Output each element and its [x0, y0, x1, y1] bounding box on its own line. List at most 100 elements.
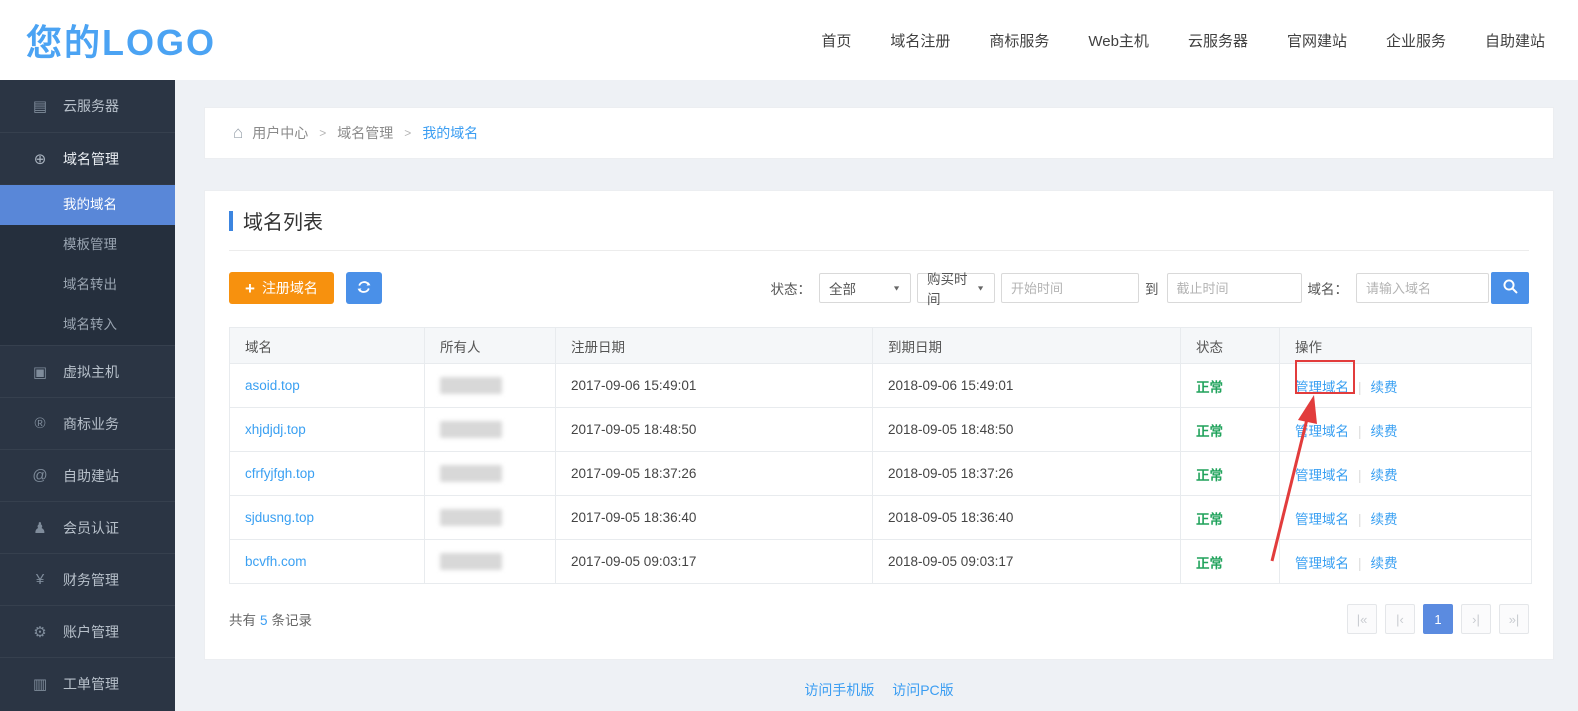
nav-item-cloud-server[interactable]: 云服务器: [1188, 30, 1248, 51]
nav-item-website-builder[interactable]: 官网建站: [1287, 30, 1347, 51]
owner-redacted: [440, 553, 502, 570]
registered-date: 2017-09-06 15:49:01: [556, 364, 873, 408]
sidebar-item-site-builder[interactable]: @ 自助建站: [0, 449, 175, 501]
sidebar-item-finance[interactable]: ¥ 财务管理: [0, 553, 175, 605]
domain-link[interactable]: asoid.top: [245, 378, 300, 393]
breadcrumb: ⌂ 用户中心 > 域名管理 > 我的域名: [204, 107, 1554, 159]
nav-item-web-hosting[interactable]: Web主机: [1088, 30, 1149, 51]
sidebar-item-member-auth[interactable]: ♟ 会员认证: [0, 501, 175, 553]
table-row: asoid.top 2017-09-06 15:49:01 2018-09-06…: [230, 364, 1532, 408]
domain-search-input[interactable]: [1356, 273, 1489, 303]
renew-link[interactable]: 续费: [1371, 512, 1398, 527]
status-badge: 正常: [1196, 556, 1223, 571]
col-status: 状态: [1181, 328, 1280, 364]
search-icon: [1502, 278, 1519, 298]
domain-link[interactable]: sjdusng.top: [245, 510, 314, 525]
e-circle-icon: @: [30, 467, 50, 484]
pagination-next[interactable]: ›|: [1461, 604, 1491, 634]
submenu-item-domain-transfer-out[interactable]: 域名转出: [0, 265, 175, 305]
col-domain: 域名: [230, 328, 425, 364]
sidebar-item-virtual-host[interactable]: ▣ 虚拟主机: [0, 345, 175, 397]
sidebar-item-account[interactable]: ⚙ 账户管理: [0, 605, 175, 657]
clipboard-icon: ▥: [30, 675, 50, 693]
nav-item-enterprise-service[interactable]: 企业服务: [1386, 30, 1446, 51]
pagination-prev[interactable]: |‹: [1385, 604, 1415, 634]
refresh-button[interactable]: [346, 272, 382, 304]
gear-icon: ⚙: [30, 623, 50, 641]
content: ⌂ 用户中心 > 域名管理 > 我的域名 域名列表 + 注册域名: [175, 80, 1578, 711]
breadcrumb-separator: >: [319, 126, 326, 140]
end-date-input[interactable]: [1167, 273, 1302, 303]
expire-date: 2018-09-05 09:03:17: [873, 540, 1181, 584]
mobile-version-link[interactable]: 访问手机版: [804, 682, 874, 698]
sidebar-item-cloud-server[interactable]: ▤ 云服务器: [0, 80, 175, 132]
start-date-input[interactable]: [1001, 273, 1139, 303]
pc-version-link[interactable]: 访问PC版: [892, 682, 953, 698]
submenu-item-my-domains[interactable]: 我的域名: [0, 185, 175, 225]
manage-domain-link[interactable]: 管理域名: [1295, 424, 1349, 439]
pagination-first[interactable]: |«: [1347, 604, 1377, 634]
person-check-icon: ♟: [30, 519, 50, 537]
divider: [229, 250, 1529, 251]
expire-date: 2018-09-05 18:37:26: [873, 452, 1181, 496]
range-join-label: 到: [1145, 278, 1159, 298]
manage-domain-link[interactable]: 管理域名: [1295, 512, 1349, 527]
refresh-icon: [356, 279, 372, 298]
col-expires: 到期日期: [873, 328, 1181, 364]
renew-link[interactable]: 续费: [1371, 468, 1398, 483]
manage-domain-link[interactable]: 管理域名: [1295, 380, 1349, 395]
breadcrumb-domain-management[interactable]: 域名管理: [337, 123, 393, 143]
registered-date: 2017-09-05 09:03:17: [556, 540, 873, 584]
time-field-select[interactable]: 购买时间 ▼: [917, 273, 995, 303]
submenu-item-template-management[interactable]: 模板管理: [0, 225, 175, 265]
renew-link[interactable]: 续费: [1371, 556, 1398, 571]
submenu-item-domain-transfer-in[interactable]: 域名转入: [0, 305, 175, 345]
owner-redacted: [440, 421, 502, 438]
domain-link[interactable]: bcvfh.com: [245, 554, 307, 569]
status-label: 状态：: [771, 278, 812, 298]
logo[interactable]: 您的LOGO: [26, 14, 216, 66]
manage-domain-link[interactable]: 管理域名: [1295, 468, 1349, 483]
registered-mark-icon: ®: [30, 415, 50, 432]
sidebar: ▤ 云服务器 ⊕ 域名管理 我的域名 模板管理 域名转出 域名转入 ▣ 虚拟主机…: [0, 80, 175, 711]
action-separator: |: [1358, 424, 1362, 439]
server-icon: ▤: [30, 97, 50, 115]
domain-label: 域名：: [1308, 278, 1349, 298]
status-badge: 正常: [1196, 380, 1223, 395]
host-icon: ▣: [30, 363, 50, 381]
status-badge: 正常: [1196, 512, 1223, 527]
home-icon: ⌂: [233, 123, 243, 143]
renew-link[interactable]: 续费: [1371, 380, 1398, 395]
status-select[interactable]: 全部 ▼: [819, 273, 911, 303]
nav-item-trademark-service[interactable]: 商标服务: [989, 30, 1049, 51]
chevron-down-icon: ▼: [968, 284, 985, 292]
sidebar-item-domain-management[interactable]: ⊕ 域名管理: [0, 132, 175, 184]
breadcrumb-user-center[interactable]: 用户中心: [252, 123, 308, 143]
title-accent-bar: [229, 211, 233, 231]
footer: 访问手机版 访问PC版: [204, 680, 1554, 700]
pagination-page-1[interactable]: 1: [1423, 604, 1453, 634]
yen-icon: ¥: [30, 571, 50, 588]
nav-item-domain-register[interactable]: 域名注册: [890, 30, 950, 51]
nav-item-home[interactable]: 首页: [821, 30, 851, 51]
renew-link[interactable]: 续费: [1371, 424, 1398, 439]
domain-link[interactable]: cfrfyjfgh.top: [245, 466, 315, 481]
sidebar-item-work-order[interactable]: ▥ 工单管理: [0, 657, 175, 709]
domain-link[interactable]: xhjdjdj.top: [245, 422, 306, 437]
chevron-down-icon: ▼: [884, 284, 901, 292]
domain-list-panel: 域名列表 + 注册域名: [204, 190, 1554, 660]
col-actions: 操作: [1280, 328, 1532, 364]
pagination-last[interactable]: »|: [1499, 604, 1529, 634]
sidebar-item-trademark[interactable]: ® 商标业务: [0, 397, 175, 449]
table-row: bcvfh.com 2017-09-05 09:03:17 2018-09-05…: [230, 540, 1532, 584]
register-domain-button[interactable]: + 注册域名: [229, 272, 334, 304]
table-header-row: 域名 所有人 注册日期 到期日期 状态 操作: [230, 328, 1532, 364]
nav-item-self-service-site[interactable]: 自助建站: [1485, 30, 1545, 51]
globe-icon: ⊕: [30, 150, 50, 168]
action-separator: |: [1358, 512, 1362, 527]
domain-submenu: 我的域名 模板管理 域名转出 域名转入: [0, 184, 175, 345]
search-button[interactable]: [1491, 272, 1529, 304]
manage-domain-link[interactable]: 管理域名: [1295, 556, 1349, 571]
toolbar: + 注册域名 状态： 全: [229, 272, 1529, 304]
breadcrumb-my-domains[interactable]: 我的域名: [422, 123, 478, 143]
